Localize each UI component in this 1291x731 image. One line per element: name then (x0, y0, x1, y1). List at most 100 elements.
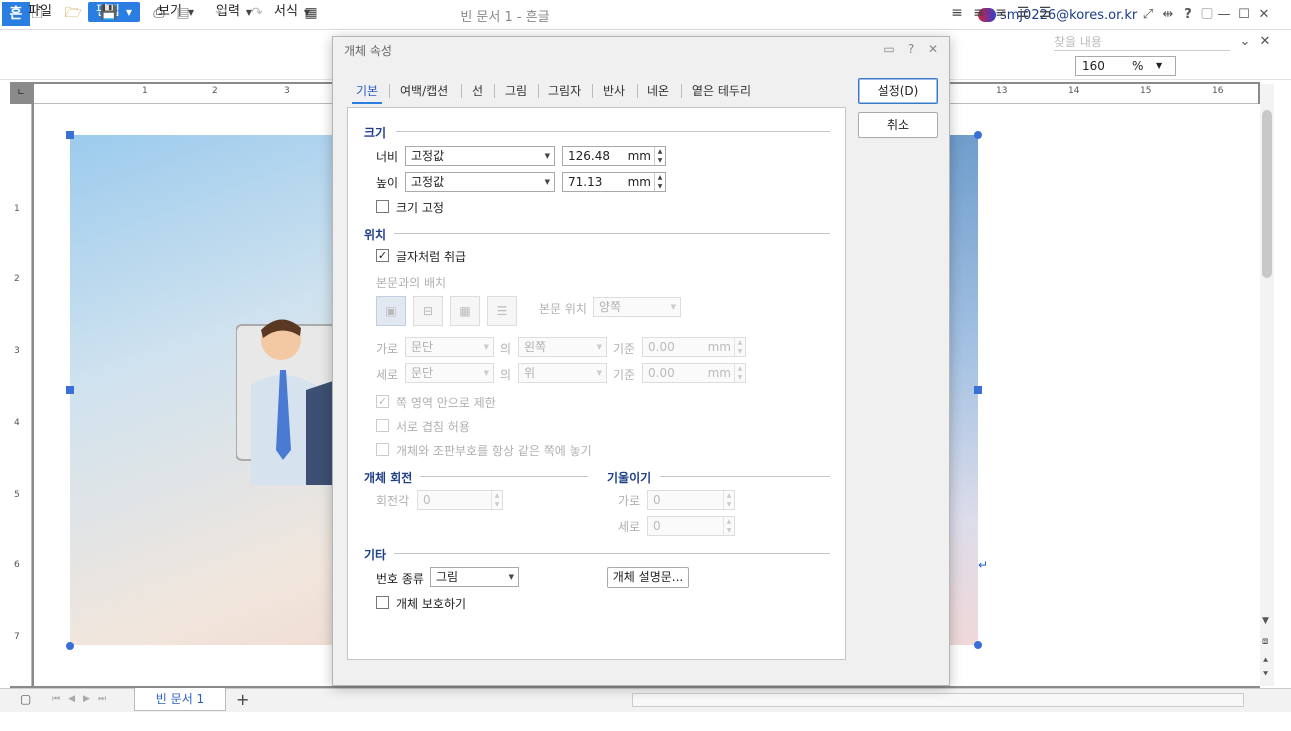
skew-vert-label: 세로 (618, 520, 641, 534)
vertical-ruler[interactable]: 1 2 3 4 5 6 7 (10, 104, 32, 686)
horiz-offset-input[interactable]: 0.00 mm ▲ ▼ (642, 337, 746, 357)
divider (396, 131, 830, 132)
ok-button[interactable]: 설정(D) (858, 78, 938, 104)
tab-margin-caption[interactable]: 여백/캡션 (400, 82, 448, 104)
tab-picture[interactable]: 그림 (505, 82, 527, 104)
height-mode-select[interactable]: 고정값 ▼ (405, 172, 555, 192)
vert-label: 세로 (376, 368, 399, 382)
text-position-select[interactable]: 양쪽 ▼ (593, 297, 681, 317)
chevron-down-icon[interactable]: ⌄ (1237, 34, 1253, 50)
protect-object-checkbox[interactable] (376, 596, 389, 609)
add-tab-button[interactable]: + (236, 690, 249, 709)
tab-basic[interactable]: 기본 (352, 82, 383, 104)
prev-page-icon[interactable]: ⯅ (1262, 656, 1269, 666)
resize-handle[interactable] (974, 386, 982, 394)
tab-neon[interactable]: 네온 (647, 82, 669, 104)
cancel-button[interactable]: 취소 (858, 112, 938, 138)
print-icon[interactable]: ⎙ (150, 4, 168, 22)
minimize-icon[interactable]: — (1216, 7, 1232, 23)
height-label: 높이 (376, 176, 399, 190)
spinner-icon[interactable]: ▲ ▼ (734, 364, 745, 382)
toolbar-option-icon[interactable]: ▢ (1198, 4, 1216, 22)
keep-same-page-checkbox[interactable] (376, 443, 389, 456)
resize-handle[interactable] (974, 131, 982, 139)
ruler-tick: 6 (14, 560, 20, 570)
align-left-icon[interactable]: ≡ (948, 4, 966, 22)
object-description-button[interactable]: 개체 설명문... (607, 567, 689, 588)
close-icon[interactable]: ✕ (1256, 7, 1272, 23)
style-box-icon[interactable]: ▦ (302, 4, 320, 22)
page-view-icon[interactable]: ▢ (20, 692, 31, 706)
skew-vert-value: 0 (653, 519, 661, 533)
wrap-front-text-icon[interactable]: ☰ (487, 296, 517, 326)
tab-soft-edge[interactable]: 옅은 테두리 (692, 82, 751, 104)
horiz-align-select[interactable]: 왼쪽 ▼ (518, 337, 607, 357)
skew-horiz-input[interactable]: 0 ▲ ▼ (647, 490, 735, 510)
resize-handle[interactable] (66, 386, 74, 394)
align-distribute-icon[interactable]: ☰ (1036, 4, 1054, 22)
zoom-combo[interactable]: 160 % ▼ (1075, 56, 1176, 76)
fullscreen-icon[interactable]: ⤢ (1140, 7, 1156, 23)
align-justify-icon[interactable]: ☰ (1014, 4, 1032, 22)
vert-ref-select[interactable]: 문단 ▼ (405, 363, 494, 383)
wrap-square-icon[interactable]: ▣ (376, 296, 406, 326)
tab-separator (592, 84, 593, 98)
close-icon[interactable]: ✕ (926, 42, 940, 56)
spinner-icon[interactable]: ▲ ▼ (654, 173, 665, 191)
rotation-angle-input[interactable]: 0 ▲ ▼ (417, 490, 503, 510)
spinner-icon[interactable]: ▲ ▼ (654, 147, 665, 165)
width-input[interactable]: 126.48 mm ▲ ▼ (562, 146, 666, 166)
treat-as-char-checkbox[interactable]: ✓ (376, 249, 389, 262)
save-icon[interactable]: 💾 (100, 4, 118, 22)
align-right-icon[interactable]: ≡ (992, 4, 1010, 22)
help-icon[interactable]: ? (904, 42, 918, 56)
print-preview-icon[interactable]: ▤ (174, 4, 192, 22)
maximize-icon[interactable]: ☐ (1236, 7, 1252, 23)
lock-size-checkbox[interactable] (376, 200, 389, 213)
spinner-icon[interactable]: ▲ ▼ (723, 491, 734, 509)
height-input[interactable]: 71.13 mm ▲ ▼ (562, 172, 666, 192)
spinner-icon[interactable]: ▲ ▼ (491, 491, 502, 509)
allow-overlap-checkbox[interactable] (376, 419, 389, 432)
tab-line[interactable]: 선 (472, 82, 483, 104)
ruler-corner[interactable]: ∟ (14, 86, 28, 100)
align-center-icon[interactable]: ≡ (970, 4, 988, 22)
open-folder-icon[interactable]: 🗁 (64, 4, 82, 22)
spinner-icon[interactable]: ▲ ▼ (723, 517, 734, 535)
scrollbar-thumb[interactable] (1262, 110, 1272, 278)
vert-align-select[interactable]: 위 ▼ (518, 363, 607, 383)
close-icon[interactable]: ✕ (1257, 34, 1273, 50)
skew-vert-input[interactable]: 0 ▲ ▼ (647, 516, 735, 536)
undo-icon[interactable]: ↶ (212, 4, 230, 22)
vert-offset-unit: mm (707, 366, 731, 380)
spinner-icon[interactable]: ▲ ▼ (734, 338, 745, 356)
redo-icon[interactable]: ↷ (248, 4, 266, 22)
comment-icon[interactable]: ▭ (882, 42, 896, 56)
resize-handle[interactable] (66, 131, 74, 139)
ruler-tick: 2 (212, 86, 218, 96)
page-nav-icon[interactable]: ⧈ (1262, 636, 1268, 647)
tab-shadow[interactable]: 그림자 (548, 82, 581, 104)
horizontal-scrollbar[interactable] (632, 693, 1244, 707)
scroll-down-icon[interactable]: ▼ (1262, 616, 1269, 626)
limit-to-page-checkbox[interactable]: ✓ (376, 395, 389, 408)
tab-document[interactable]: 빈 문서 1 (134, 688, 226, 711)
help-icon[interactable]: ? (1180, 7, 1196, 23)
search-input[interactable]: 찾을 내용 (1054, 33, 1230, 51)
wrap-top-bottom-icon[interactable]: ⊟ (413, 296, 443, 326)
resize-handle[interactable] (66, 642, 74, 650)
resize-icon[interactable]: ⇹ (1160, 7, 1176, 23)
tab-reflection[interactable]: 반사 (603, 82, 625, 104)
vert-offset-input[interactable]: 0.00 mm ▲ ▼ (642, 363, 746, 383)
number-type-value: 그림 (436, 570, 459, 584)
section-position: 위치 (364, 228, 387, 242)
tab-nav-icons[interactable]: ⏮◀▶⏭ (52, 694, 114, 704)
width-mode-select[interactable]: 고정값 ▼ (405, 146, 555, 166)
height-mode-value: 고정값 (411, 175, 445, 189)
number-type-select[interactable]: 그림 ▼ (430, 567, 519, 587)
horiz-ref-select[interactable]: 문단 ▼ (405, 337, 494, 357)
next-page-icon[interactable]: ⯆ (1262, 670, 1269, 680)
wrap-behind-text-icon[interactable]: ▦ (450, 296, 480, 326)
resize-handle[interactable] (974, 641, 982, 649)
new-document-icon[interactable]: 🗋 (28, 4, 46, 22)
